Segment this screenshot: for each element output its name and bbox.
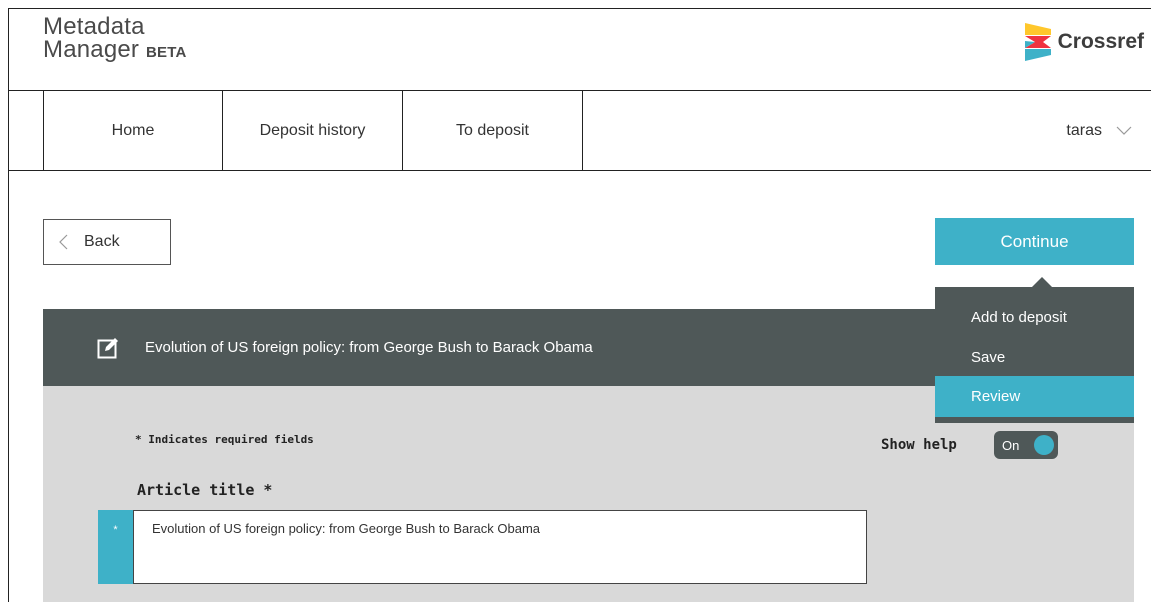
show-help-label: Show help [881,437,957,453]
user-name: taras [1066,121,1102,139]
article-title-label: Article title * [137,481,273,499]
toggle-knob [1034,435,1054,455]
nav-home[interactable]: Home [43,91,223,170]
nav-deposit-history-label: Deposit history [259,121,366,139]
nav-to-deposit[interactable]: To deposit [403,91,583,170]
nav-to-deposit-label: To deposit [456,121,529,139]
menu-item-add-to-deposit[interactable]: Add to deposit [935,297,1134,338]
app-logo[interactable]: Metadata Manager BETA [43,15,187,64]
back-button[interactable]: Back [43,219,171,265]
brand-name: Crossref [1057,30,1144,53]
menu-item-save[interactable]: Save [935,337,1134,378]
continue-button-label: Continue [1000,231,1069,251]
show-help-toggle[interactable]: On [994,431,1058,459]
header: Metadata Manager BETA Crossref [9,9,1151,91]
crossref-logo-icon [1024,23,1051,61]
required-marker: * [98,510,133,584]
continue-button[interactable]: Continue [935,218,1134,265]
menu-item-review[interactable]: Review [935,376,1134,417]
chevron-down-icon [1116,126,1132,135]
edit-icon[interactable] [97,337,119,359]
main-nav: Home Deposit history To deposit taras [9,91,1151,171]
crossref-logo[interactable]: Crossref [1023,21,1144,63]
toggle-state-label: On [1002,437,1020,453]
continue-dropdown-menu: Add to deposit Save Review [935,287,1134,423]
app-name-line1: Metadata [43,13,145,40]
app-frame: Metadata Manager BETA Crossref Home Depo… [8,8,1151,602]
article-title-input[interactable]: Evolution of US foreign policy: from Geo… [133,510,867,584]
beta-badge: BETA [146,44,187,61]
nav-deposit-history[interactable]: Deposit history [223,91,403,170]
record-title: Evolution of US foreign policy: from Geo… [145,339,593,356]
chevron-left-icon [59,234,68,250]
back-button-label: Back [84,233,120,250]
nav-home-label: Home [111,121,155,139]
app-name-line2: Manager [43,36,140,63]
required-fields-note: * Indicates required fields [135,433,314,446]
user-menu[interactable]: taras [1066,91,1132,170]
